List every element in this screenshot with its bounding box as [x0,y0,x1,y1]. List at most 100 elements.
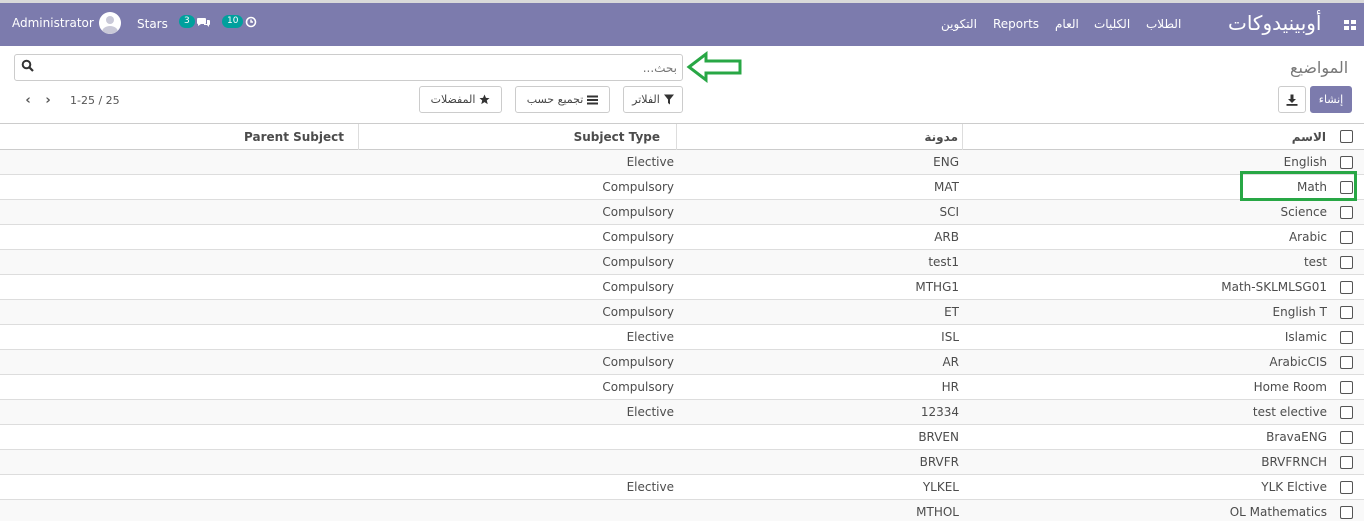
table-row[interactable]: Compulsory MAT Math [0,175,1364,200]
cell-name: Math-SKLMLSG01 [1221,280,1327,294]
table-row[interactable]: BRVFR BRVFRNCH [0,450,1364,475]
cell-subject-type: Compulsory [602,255,674,269]
cell-name: OL Mathematics [1229,505,1327,519]
cell-code: BRVEN [918,430,959,444]
search-icon [21,59,34,72]
table-row[interactable]: Compulsory AR ArabicCIS [0,350,1364,375]
list-icon [587,95,599,104]
pager: ‹ › 1-25 / 25 [18,91,120,109]
row-checkbox[interactable] [1340,431,1353,444]
menu-reports[interactable]: Reports [993,17,1039,31]
top-navbar: Administrator Stars 3 10 التكوين Reports… [0,0,1364,46]
cell-name: test elective [1252,405,1327,419]
table-row[interactable]: Compulsory test1 test [0,250,1364,275]
chevron-left-icon[interactable]: ‹ [18,91,38,109]
breadcrumb: المواضيع [1290,58,1349,77]
table-row[interactable]: MTHOL OL Mathematics [0,500,1364,521]
pager-value[interactable]: 1-25 / 25 [70,94,120,107]
cell-name: BravaENG [1266,430,1327,444]
menu-students[interactable]: الطلاب [1146,17,1181,31]
table-row[interactable]: Compulsory MTHG1 Math-SKLMLSG01 [0,275,1364,300]
table-row[interactable]: Compulsory HR Home Room [0,375,1364,400]
row-checkbox[interactable] [1340,206,1353,219]
row-checkbox[interactable] [1340,456,1353,469]
row-checkbox[interactable] [1340,231,1353,244]
cell-subject-type: Elective [626,155,674,169]
cell-parent-subject [0,175,344,200]
row-checkbox[interactable] [1340,181,1353,194]
cell-subject-type: Compulsory [602,355,674,369]
search-input[interactable] [43,59,677,77]
row-checkbox[interactable] [1340,406,1353,419]
table-row[interactable]: Compulsory ET English T [0,300,1364,325]
row-checkbox[interactable] [1340,506,1353,519]
cell-code: BRVFR [919,455,959,469]
cell-code: ISL [941,330,959,344]
header-code[interactable]: مدونة [676,124,962,150]
cell-code: test1 [928,255,959,269]
messages-count-badge: 3 [179,15,195,28]
cell-parent-subject [0,225,344,250]
row-checkbox[interactable] [1340,306,1353,319]
filter-icon [663,94,674,105]
cell-code: ET [944,305,959,319]
header-parent-subject[interactable]: Parent Subject [0,124,358,150]
cell-code: AR [942,355,959,369]
row-checkbox[interactable] [1340,356,1353,369]
cell-name: YLK Elctive [1261,480,1327,494]
row-checkbox[interactable] [1340,156,1353,169]
cell-name: BRVFRNCH [1261,455,1327,469]
cell-parent-subject [0,375,344,400]
user-name[interactable]: Administrator [12,16,94,30]
stars-label[interactable]: Stars [137,17,168,31]
select-all-checkbox[interactable] [1340,130,1353,143]
header-subject-type[interactable]: Subject Type [358,124,676,150]
create-button[interactable]: إنشاء [1310,86,1352,113]
menu-faculties[interactable]: الكليات [1094,17,1130,31]
cell-subject-type: Elective [626,330,674,344]
avatar[interactable] [98,12,121,34]
activities-button[interactable]: 10 [222,15,257,28]
cell-parent-subject [0,350,344,375]
messages-button[interactable]: 3 [179,15,211,28]
cell-subject-type [358,450,674,475]
user-menu[interactable]: Administrator [12,12,121,34]
download-button[interactable] [1278,86,1306,113]
row-checkbox[interactable] [1340,281,1353,294]
annotation-arrow-icon [686,50,742,84]
table-row[interactable]: Elective 12334 test elective [0,400,1364,425]
cell-parent-subject [0,250,344,275]
cell-subject-type: Compulsory [602,205,674,219]
favorites-button[interactable]: المفضلات [419,86,502,113]
apps-grid-icon[interactable] [1344,20,1356,30]
table-row[interactable]: Compulsory ARB Arabic [0,225,1364,250]
cell-parent-subject [0,200,344,225]
filters-button[interactable]: الفلاتر [623,86,683,113]
search-box[interactable] [14,54,683,81]
cell-name: Islamic [1284,330,1327,344]
table-row[interactable]: Compulsory SCI Science [0,200,1364,225]
row-checkbox[interactable] [1340,331,1353,344]
group-by-button[interactable]: تجميع حسب [515,86,610,113]
row-checkbox[interactable] [1340,481,1353,494]
menu-general[interactable]: العام [1055,17,1079,31]
cell-subject-type: Compulsory [602,380,674,394]
cell-name: Math [1296,180,1327,194]
cell-code: MTHOL [916,505,959,519]
cell-subject-type [358,500,674,521]
row-checkbox[interactable] [1340,256,1353,269]
cell-parent-subject [0,400,344,425]
chevron-right-icon[interactable]: › [38,91,58,109]
cell-subject-type: Compulsory [602,230,674,244]
table-row[interactable]: Elective ENG English [0,150,1364,175]
row-checkbox[interactable] [1340,381,1353,394]
brand-title[interactable]: أوبينيدوكات [1228,11,1322,35]
table-row[interactable]: Elective YLKEL YLK Elctive [0,475,1364,500]
cell-subject-type: Compulsory [602,305,674,319]
header-name[interactable]: الاسم [962,124,1332,150]
cell-subject-type: Compulsory [602,280,674,294]
table-row[interactable]: Elective ISL Islamic [0,325,1364,350]
cell-parent-subject [0,150,344,175]
menu-configuration[interactable]: التكوين [941,17,977,31]
table-row[interactable]: BRVEN BravaENG [0,425,1364,450]
